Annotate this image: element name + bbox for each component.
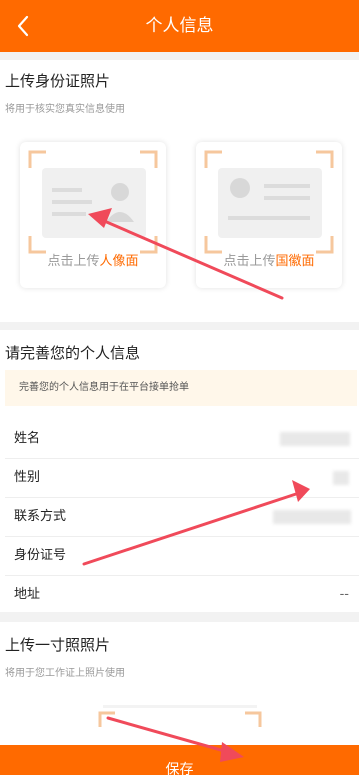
upload-photo-section: 上传一寸照照片 将用于您工作证上照片使用: [0, 622, 359, 745]
field-address-label: 地址: [14, 587, 41, 602]
field-name-label: 姓名: [14, 431, 41, 446]
upload-id-back-card[interactable]: 点击上传国徽面: [196, 142, 342, 288]
field-contact-label: 联系方式: [14, 509, 67, 524]
personal-info-title: 请完善您的个人信息: [5, 344, 141, 362]
upload-id-section: 上传身份证照片 将用于核实您真实信息使用 点击上传人像面 点击上传国徽面: [0, 60, 359, 322]
field-gender-value-redacted: [333, 471, 349, 485]
field-contact-value-redacted: [273, 510, 351, 524]
field-address-value: --: [339, 587, 349, 602]
field-gender-row[interactable]: 性别: [5, 458, 359, 498]
upload-id-subtitle: 将用于核实您真实信息使用: [5, 104, 125, 115]
field-name-value-redacted: [280, 432, 350, 446]
field-gender-label: 性别: [14, 470, 41, 485]
field-name-row[interactable]: 姓名: [5, 419, 359, 459]
upload-front-label: 点击上传人像面: [47, 254, 139, 269]
upload-photo-title: 上传一寸照照片: [5, 636, 111, 654]
field-idnumber-row[interactable]: 身份证号: [5, 536, 359, 576]
field-idnumber-label: 身份证号: [14, 548, 67, 563]
page-title: 个人信息: [145, 16, 214, 36]
field-address-row[interactable]: 地址 --: [5, 575, 359, 614]
info-notice-banner: 完善您的个人信息用于在平台接单抢单: [5, 370, 357, 406]
upload-back-label: 点击上传国徽面: [223, 254, 315, 269]
field-contact-row[interactable]: 联系方式: [5, 497, 359, 537]
upload-id-front-card[interactable]: 点击上传人像面: [20, 142, 166, 288]
app-header: 个人信息: [0, 0, 359, 52]
upload-photo-frame[interactable]: [95, 705, 265, 745]
upload-id-title: 上传身份证照片: [5, 72, 111, 90]
upload-photo-subtitle: 将用于您工作证上照片使用: [5, 668, 125, 679]
save-button[interactable]: 保存: [0, 745, 359, 775]
